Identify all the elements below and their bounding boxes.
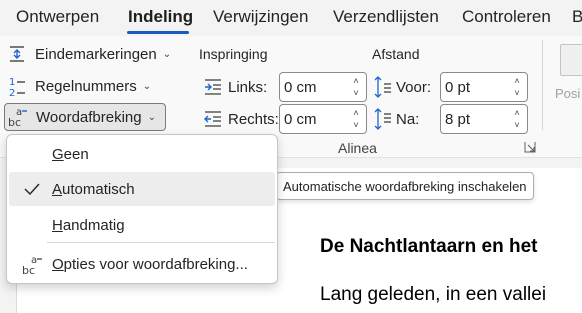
menu-item-handmatig[interactable]: Handmatig [9, 208, 275, 242]
line-numbers-label: Regelnummers [35, 77, 137, 95]
spacing-group-header: Afstand [372, 46, 420, 62]
chevron-down-icon: ⌄ [147, 111, 157, 123]
indent-left-value: 0 cm [284, 78, 317, 96]
indent-left-input[interactable]: 0 cm ˄ ˅ [279, 72, 367, 102]
svg-text:2: 2 [9, 88, 15, 97]
spacing-after-text: Na: [396, 110, 420, 128]
tab-indeling[interactable]: Indeling [128, 7, 193, 27]
spin-arrows-icon[interactable]: ˄ ˅ [512, 76, 522, 98]
dialog-launcher-icon[interactable] [524, 141, 536, 153]
spacing-after-value: 8 pt [445, 110, 471, 128]
menu-item-automatisch[interactable]: Automatisch [9, 172, 275, 206]
hyphenation-label: Woordafbreking [36, 108, 142, 126]
menu-item-label: Automatisch [52, 180, 135, 198]
indent-right-text: Rechts: [228, 110, 279, 128]
spacing-after-icon [374, 108, 392, 130]
indent-right-icon [202, 108, 224, 130]
spacing-after-label: Na: [374, 104, 419, 134]
indent-left-icon [202, 76, 224, 98]
indent-right-value: 0 cm [284, 110, 317, 128]
tab-verzendlijsten[interactable]: Verzendlijsten [333, 7, 439, 27]
spacing-before-input[interactable]: 0 pt ˄ ˅ [440, 72, 528, 102]
chevron-down-icon: ⌄ [162, 48, 172, 60]
ribbon-tab-bar: Ontwerpen Indeling Verwijzingen Verzendl… [0, 0, 582, 36]
indent-left-text: Links: [228, 78, 268, 96]
spacing-after-input[interactable]: 8 pt ˄ ˅ [440, 104, 528, 134]
spin-arrows-icon[interactable]: ˄ ˅ [512, 108, 522, 130]
position-icon[interactable] [560, 44, 582, 76]
spacing-before-text: Voor: [396, 78, 432, 96]
hyphenation-icon: a bc [7, 106, 29, 128]
spin-arrows-icon[interactable]: ˄ ˅ [351, 108, 361, 130]
tab-verwijzingen[interactable]: Verwijzingen [213, 7, 308, 27]
indent-group-header: Inspringing [199, 46, 268, 62]
svg-text:bc: bc [22, 264, 35, 277]
spin-arrows-icon[interactable]: ˄ ˅ [351, 76, 361, 98]
chevron-down-icon: ⌄ [142, 80, 152, 92]
menu-separator [47, 242, 275, 243]
hyphenation-button[interactable]: a bc Woordafbreking ⌄ [4, 103, 166, 131]
line-end-markers-label: Eindemarkeringen [35, 45, 157, 63]
indent-left-label: Links: [202, 72, 267, 102]
paragraph-group-label: Alinea [338, 140, 377, 156]
tab-ontwerpen[interactable]: Ontwerpen [16, 7, 99, 27]
indent-right-label: Rechts: [202, 104, 279, 134]
active-tab-indicator [127, 31, 189, 34]
menu-item-label: Geen [52, 145, 89, 163]
menu-item-label: Opties voor woordafbreking... [52, 255, 248, 273]
line-end-markers-icon [6, 43, 28, 65]
indent-right-input[interactable]: 0 cm ˄ ˅ [279, 104, 367, 134]
tab-controleren[interactable]: Controleren [462, 7, 551, 27]
position-button-label[interactable]: Posi [555, 86, 580, 101]
spacing-before-label: Voor: [374, 72, 431, 102]
hyphenation-options-icon: a bc [22, 255, 42, 277]
svg-text:1: 1 [9, 77, 15, 88]
checkmark-icon [24, 183, 40, 196]
line-end-markers-button[interactable]: Eindemarkeringen ⌄ [6, 40, 171, 68]
document-body-text[interactable]: Lang geleden, in een vallei [320, 284, 546, 306]
menu-item-label: Handmatig [52, 216, 125, 234]
svg-text:bc: bc [8, 116, 21, 128]
line-numbers-icon: 1 2 [6, 75, 28, 97]
group-divider [542, 40, 543, 130]
line-numbers-button[interactable]: 1 2 Regelnummers ⌄ [6, 72, 151, 100]
menu-item-geen[interactable]: Geen [9, 137, 275, 171]
hyphenation-menu: Geen Automatisch Handmatig a bc Opties v… [6, 134, 278, 284]
menu-item-hyphenation-options[interactable]: a bc Opties voor woordafbreking... [9, 247, 275, 281]
tab-truncated[interactable]: B [572, 7, 582, 27]
hyphenation-tooltip: Automatische woordafbreking inschakelen [276, 172, 534, 200]
spacing-before-icon [374, 76, 392, 98]
document-heading[interactable]: De Nachtlantaarn en het [320, 236, 538, 258]
spacing-before-value: 0 pt [445, 78, 471, 96]
